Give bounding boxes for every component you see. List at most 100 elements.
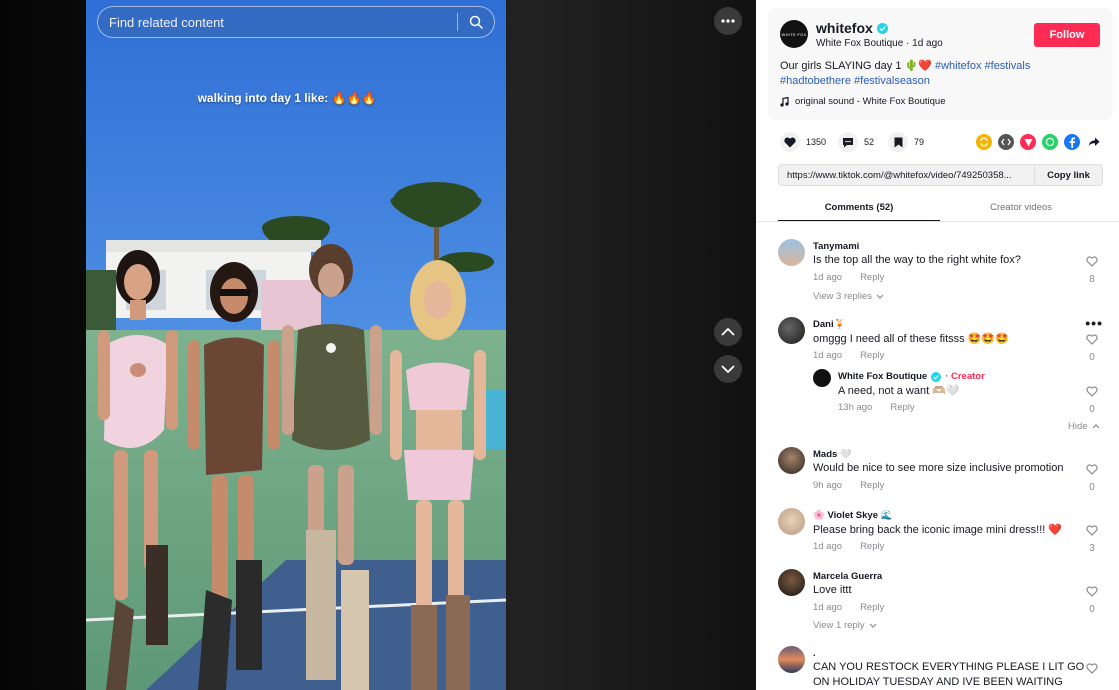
comment-like-count: 0 [1089,604,1095,615]
commenter-name-text: 🌸 Violet Skye 🌊 [813,510,893,521]
commenter-name[interactable]: 🌸 Violet Skye 🌊 [813,510,892,521]
commenter-name[interactable]: . [813,648,816,659]
whatsapp-glyph [1045,137,1055,147]
commenter-avatar[interactable] [778,447,805,474]
comment-text: Love ittt [813,584,852,596]
comment-like-count: 0 [1089,482,1095,493]
commenter-avatar[interactable] [778,569,805,596]
hashtag-link[interactable]: #festivals [985,60,1031,72]
tab-comments[interactable]: Comments (52) [778,197,940,222]
search-bar [97,6,495,38]
comment-like-button[interactable]: 0 [1083,384,1101,415]
facebook-icon[interactable] [1064,134,1080,150]
search-input[interactable] [98,7,457,37]
next-video-button[interactable] [714,355,742,383]
comment-item: Dani🍹 omggg I need all of these fitsss 🤩… [778,315,1103,367]
comment-like-count: 0 [1089,352,1095,363]
reply-button[interactable]: Reply [860,541,884,552]
comment-like-button[interactable]: 8 [1083,254,1101,285]
comment-more-icon[interactable]: ••• [1085,315,1103,331]
post-time: 1d ago [912,38,943,49]
commenter-name[interactable]: Tanymami [813,241,859,252]
reply-button[interactable]: Reply [860,480,884,491]
reply-button[interactable]: Reply [860,602,884,613]
commenter-avatar[interactable] [778,317,805,344]
comment-like-button[interactable]: 3 [1083,523,1101,554]
tab-creator-videos[interactable]: Creator videos [940,197,1102,222]
commenter-name[interactable]: White Fox Boutique · Creator [838,371,985,382]
comment-time: 1d ago [813,350,843,361]
comment-like-button[interactable]: 0 [1083,332,1101,363]
save-action[interactable]: 79 [888,132,924,152]
facebook-glyph [1069,137,1075,148]
video-caption: walking into day 1 like: 🔥🔥🔥 [197,91,377,105]
comment-text: A need, not a want 🫶🏼🤍 [838,385,960,397]
commenter-name-text: Mads 🤍 [813,449,852,460]
comment-like-button[interactable]: 0 [1083,584,1101,615]
video-url[interactable]: https://www.tiktok.com/@whitefox/video/7… [779,170,1034,181]
search-button[interactable] [458,7,494,37]
repost-icon[interactable] [976,134,992,150]
comment-time: 1d ago [813,541,843,552]
hashtag-link[interactable]: #hadtobethere [780,75,851,87]
video-description: Our girls SLAYING day 1 🌵❤️ #whitefox #f… [780,59,1100,89]
comment-text: omggg I need all of these fitsss 🤩🤩🤩 [813,333,1009,345]
previous-video-button[interactable] [714,318,742,346]
commenter-name[interactable]: Mads 🤍 [813,449,852,460]
comment-like-button[interactable]: 0 [1083,462,1101,493]
whatsapp-icon[interactable] [1042,134,1058,150]
chevron-up-icon [721,328,735,336]
music-title: original sound - White Fox Boutique [795,96,946,107]
chevron-up-icon [1092,424,1099,429]
share-arrow-icon[interactable] [1086,134,1102,150]
comment-like-count: 0 [1089,404,1095,415]
verified-icon [931,371,942,382]
hide-replies-button[interactable]: Hide [1068,421,1100,432]
heart-outline-icon [1086,586,1098,597]
author-username-row[interactable]: whitefox [816,20,888,36]
comment-like-button[interactable] [1083,661,1101,679]
embed-icon[interactable] [998,134,1014,150]
send-icon[interactable] [1020,134,1036,150]
embed-glyph [1001,138,1011,146]
more-dots-icon [721,19,735,23]
follow-button[interactable]: Follow [1034,23,1100,47]
chevron-down-icon [876,294,884,299]
commenter-name[interactable]: Marcela Guerra [813,571,882,582]
author-avatar[interactable]: WHITE FOX [780,20,808,48]
heart-outline-icon [1086,334,1098,345]
chevron-down-icon [869,623,877,628]
creator-avatar[interactable] [813,369,831,387]
music-link[interactable]: original sound - White Fox Boutique [780,96,946,107]
hashtag-link[interactable]: #festivalseason [854,75,930,87]
commenter-name[interactable]: Dani🍹 [813,319,845,330]
reply-button[interactable]: Reply [860,350,884,361]
more-options-button[interactable] [714,7,742,35]
commenter-name-text: Dani🍹 [813,319,846,330]
commenter-avatar[interactable] [778,239,805,266]
side-panel: WHITE FOX whitefox White Fox Boutique · … [756,0,1119,690]
author-avatar-text: WHITE FOX [781,31,807,37]
comment-action[interactable]: 52 [838,132,874,152]
comment-meta: 1d ago Reply [813,602,884,613]
copy-link-button[interactable]: Copy link [1034,165,1102,185]
commenter-avatar[interactable] [778,508,805,535]
commenter-avatar[interactable] [778,646,805,673]
reply-button[interactable]: Reply [860,272,884,283]
comment-item: Marcela Guerra Love ittt 1d ago Reply 0 … [778,569,1103,637]
author-display-name: White Fox Boutique [816,38,904,49]
comment-like-count: 8 [1089,274,1095,285]
view-replies-button[interactable]: View 1 reply [813,620,877,631]
comment-meta: 1d ago Reply [813,350,884,361]
save-button-bg [888,132,908,152]
comment-text: Please bring back the iconic image mini … [813,524,1063,536]
like-action[interactable]: 1350 [780,132,826,152]
heart-outline-icon [1086,663,1098,674]
hashtag-link[interactable]: #whitefox [935,60,981,72]
comment-item: Mads 🤍 Would be nice to see more size in… [778,447,1103,497]
action-bar: 1350 52 79 [780,132,1110,152]
commenter-name-text: White Fox Boutique [838,371,928,382]
reply-button[interactable]: Reply [890,402,914,413]
comment-time: 9h ago [813,480,843,491]
view-replies-button[interactable]: View 3 replies [813,291,884,302]
